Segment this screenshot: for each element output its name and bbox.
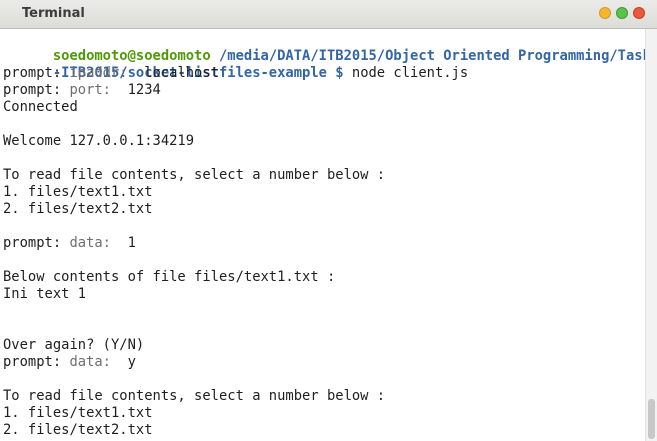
command-text: node client.js [343,65,469,81]
vertical-scrollbar[interactable] [645,29,657,441]
output-text: 1. files/text1.txt [3,184,153,200]
terminal-line: prompt: data: y [3,354,645,371]
terminal-line: prompt: data: 1 [3,235,645,252]
output-text: Welcome 127.0.0.1:34219 [3,133,195,149]
prompt-field-label: ipaddr: [69,65,128,81]
prompt-field-label: data: [69,354,111,370]
prompt-path: /media/DATA/ITB2015/Object Oriented Prog… [218,48,645,64]
prompt-field-label: port: [69,82,111,98]
terminal-line: prompt: port: 1234 [3,82,645,99]
prompt-prefix: prompt: [3,235,70,251]
terminal-line: Connected [3,99,645,116]
close-button[interactable] [633,7,645,19]
maximize-button[interactable] [616,7,628,19]
output-text: Below contents of file files/text1.txt : [3,269,336,285]
output-text: To read file contents, select a number b… [3,388,386,404]
terminal-line: To read file contents, select a number b… [3,388,645,405]
terminal-line: To read file contents, select a number b… [3,167,645,184]
window-title: Terminal [22,6,85,21]
prompt-user: soedomoto@soedomoto [52,48,211,64]
terminal-line: Below contents of file files/text1.txt : [3,269,645,286]
output-text: Ini text 1 [3,286,87,302]
prompt-prefix: prompt: [3,65,70,81]
terminal-window: Terminal soedomoto@soedomoto /media/DATA… [0,0,657,441]
terminal-line: 1. files/text1.txt [3,184,645,201]
output-text: To read file contents, select a number b… [3,167,386,183]
prompt-field-label: data: [69,235,111,251]
terminal-line: Welcome 127.0.0.1:34219 [3,133,645,150]
terminal-line: Over again? (Y/N) [3,337,645,354]
terminal-line: 2. files/text2.txt [3,422,645,439]
prompt-prefix: prompt: [3,354,70,370]
minimize-button[interactable] [599,7,611,19]
output-text: 2. files/text2.txt [3,422,153,438]
prompt-field-value: localhost [127,65,219,81]
terminal-output[interactable]: soedomoto@soedomoto /media/DATA/ITB2015/… [0,29,645,441]
prompt-field-value: 1234 [111,82,161,98]
output-text: 2. files/text2.txt [3,201,153,217]
output-lines: prompt: ipaddr: localhost prompt: port: 1… [3,65,645,439]
output-text: 1. files/text1.txt [3,405,153,421]
scrollbar-thumb[interactable] [648,399,655,439]
prompt-field-value: y [111,354,136,370]
prompt-field-value: 1 [111,235,136,251]
prompt-prefix: prompt: [3,82,70,98]
window-controls [599,7,645,19]
terminal-line: Ini text 1 [3,286,645,303]
output-text: Connected [3,99,78,115]
terminal-line: 2. files/text2.txt [3,201,645,218]
terminal-line: 1. files/text1.txt [3,405,645,422]
terminal-line: soedomoto@soedomoto /media/DATA/ITB2015/… [3,31,645,64]
output-text: Over again? (Y/N) [3,337,145,353]
title-bar[interactable]: Terminal [0,0,657,29]
